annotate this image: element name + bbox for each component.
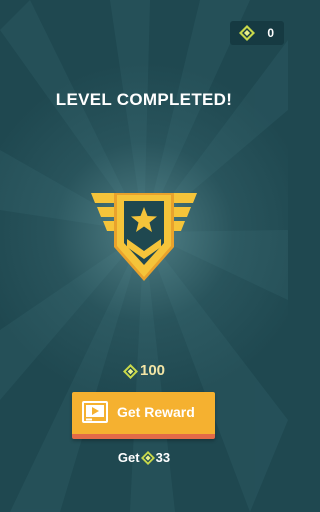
- level-completed-title: LEVEL COMPLETED!: [55, 90, 233, 109]
- get-alternate-reward[interactable]: Get 33: [0, 450, 288, 466]
- gem-icon: [239, 25, 255, 41]
- reward-amount-value: 100: [139, 362, 166, 379]
- reward-amount: 100: [0, 362, 288, 380]
- get-prefix: Get: [117, 450, 140, 465]
- get-reward-button[interactable]: Get Reward: [72, 392, 215, 439]
- gem-icon: [122, 363, 138, 379]
- rank-badge-star-icon: [91, 193, 197, 281]
- currency-value: 0: [267, 26, 274, 40]
- currency-counter: 0: [230, 21, 284, 45]
- get-amount: 33: [155, 450, 171, 465]
- gem-icon: [140, 451, 155, 465]
- get-reward-label: Get Reward: [117, 404, 195, 420]
- video-ad-icon: [82, 401, 108, 423]
